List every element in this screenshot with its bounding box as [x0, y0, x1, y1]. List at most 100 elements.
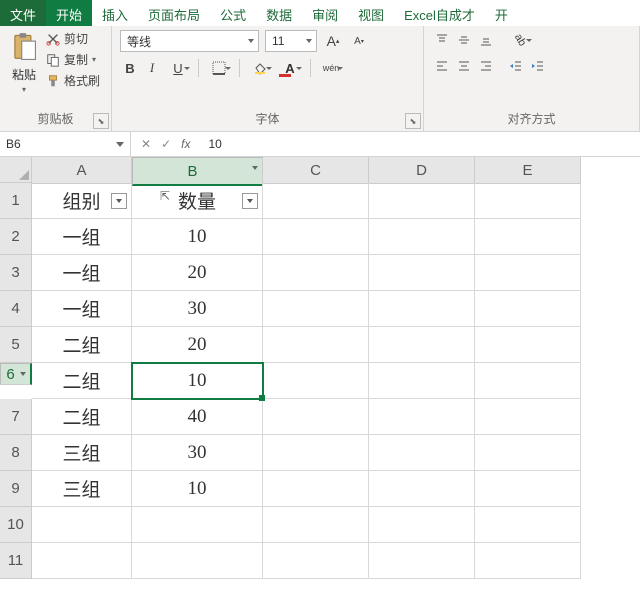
tab-insert[interactable]: 插入: [92, 0, 138, 26]
align-center-button[interactable]: [454, 56, 474, 76]
row-header[interactable]: 6: [0, 363, 32, 385]
spreadsheet-grid[interactable]: ABCDE1组别数量⇱2一组103一组204一组305二组206二组107二组4…: [0, 157, 640, 579]
cell[interactable]: [263, 291, 369, 327]
bold-button[interactable]: B: [120, 58, 140, 78]
cell[interactable]: [263, 543, 369, 579]
format-painter-button[interactable]: 格式刷: [46, 72, 100, 89]
cell[interactable]: [369, 471, 475, 507]
formula-bar[interactable]: 10: [200, 137, 229, 151]
cell[interactable]: [369, 543, 475, 579]
cell[interactable]: 数量⇱: [132, 183, 263, 219]
enter-formula-button[interactable]: ✓: [161, 137, 171, 151]
row-header[interactable]: 4: [0, 291, 32, 327]
tab-review[interactable]: 审阅: [302, 0, 348, 26]
align-bottom-button[interactable]: [476, 30, 496, 50]
filter-button[interactable]: [242, 193, 258, 209]
cell[interactable]: 10: [132, 363, 263, 399]
cell[interactable]: 三组: [32, 435, 132, 471]
column-header[interactable]: B: [132, 157, 263, 186]
cell[interactable]: [475, 183, 581, 219]
row-header[interactable]: 1: [0, 183, 32, 219]
decrease-font-button[interactable]: A▾: [349, 31, 369, 51]
cell[interactable]: [32, 507, 132, 543]
cell[interactable]: [263, 399, 369, 435]
cell[interactable]: 一组: [32, 219, 132, 255]
increase-indent-button[interactable]: [528, 56, 548, 76]
increase-font-button[interactable]: A▴: [323, 31, 343, 51]
column-header[interactable]: A: [32, 157, 132, 184]
cell[interactable]: 二组: [32, 399, 132, 435]
cell[interactable]: [475, 363, 581, 399]
row-header[interactable]: 10: [0, 507, 32, 543]
cell[interactable]: [132, 507, 263, 543]
cell[interactable]: [475, 255, 581, 291]
cell[interactable]: [369, 363, 475, 399]
cell[interactable]: [369, 219, 475, 255]
tab-custom[interactable]: Excel自成才: [394, 0, 485, 26]
cell[interactable]: [475, 471, 581, 507]
insert-function-button[interactable]: fx: [181, 137, 190, 151]
cell[interactable]: 20: [132, 327, 263, 363]
cell[interactable]: 10: [132, 219, 263, 255]
align-left-button[interactable]: [432, 56, 452, 76]
cell[interactable]: [369, 255, 475, 291]
align-middle-button[interactable]: [454, 30, 474, 50]
row-header[interactable]: 5: [0, 327, 32, 363]
cell[interactable]: [32, 543, 132, 579]
cell[interactable]: [263, 363, 369, 399]
cell[interactable]: [369, 327, 475, 363]
align-top-button[interactable]: [432, 30, 452, 50]
underline-button[interactable]: U: [164, 58, 192, 78]
cell[interactable]: [369, 399, 475, 435]
italic-button[interactable]: I: [142, 58, 162, 78]
row-header[interactable]: 2: [0, 219, 32, 255]
cancel-formula-button[interactable]: ✕: [141, 137, 151, 151]
cell[interactable]: 30: [132, 291, 263, 327]
cell[interactable]: [475, 219, 581, 255]
cell[interactable]: [475, 435, 581, 471]
orientation-button[interactable]: ab: [506, 30, 534, 50]
row-header[interactable]: 7: [0, 399, 32, 435]
cell[interactable]: [263, 471, 369, 507]
column-header[interactable]: C: [263, 157, 369, 184]
cell[interactable]: [369, 291, 475, 327]
cell[interactable]: 20: [132, 255, 263, 291]
font-name-select[interactable]: 等线: [120, 30, 259, 52]
cell[interactable]: [475, 399, 581, 435]
cell[interactable]: 一组: [32, 291, 132, 327]
cell[interactable]: 30: [132, 435, 263, 471]
cell[interactable]: [475, 543, 581, 579]
decrease-indent-button[interactable]: [506, 56, 526, 76]
tab-page-layout[interactable]: 页面布局: [138, 0, 210, 26]
cell[interactable]: [263, 255, 369, 291]
cell[interactable]: [263, 507, 369, 543]
tab-home[interactable]: 开始: [46, 0, 92, 26]
copy-button[interactable]: 复制▾: [46, 51, 100, 68]
cell[interactable]: 一组: [32, 255, 132, 291]
row-header[interactable]: 3: [0, 255, 32, 291]
cell[interactable]: [475, 291, 581, 327]
cell[interactable]: [369, 183, 475, 219]
border-button[interactable]: [205, 58, 233, 78]
cell[interactable]: [369, 507, 475, 543]
filter-button[interactable]: [111, 193, 127, 209]
clipboard-dialog-launcher[interactable]: ⬊: [93, 113, 109, 129]
cell[interactable]: 组别: [32, 183, 132, 219]
cell[interactable]: [369, 435, 475, 471]
tab-formula[interactable]: 公式: [210, 0, 256, 26]
paste-button[interactable]: 粘贴 ▾: [8, 30, 40, 96]
name-box[interactable]: B6: [0, 132, 131, 156]
cut-button[interactable]: 剪切: [46, 30, 100, 47]
tab-view[interactable]: 视图: [348, 0, 394, 26]
font-dialog-launcher[interactable]: ⬊: [405, 113, 421, 129]
column-header[interactable]: E: [475, 157, 581, 184]
cell[interactable]: 二组: [32, 363, 132, 399]
cell[interactable]: [263, 435, 369, 471]
cell[interactable]: [475, 507, 581, 543]
column-header[interactable]: D: [369, 157, 475, 184]
align-right-button[interactable]: [476, 56, 496, 76]
tab-more[interactable]: 开: [485, 0, 518, 26]
font-color-button[interactable]: A: [276, 58, 304, 78]
tab-data[interactable]: 数据: [256, 0, 302, 26]
cell[interactable]: [475, 327, 581, 363]
